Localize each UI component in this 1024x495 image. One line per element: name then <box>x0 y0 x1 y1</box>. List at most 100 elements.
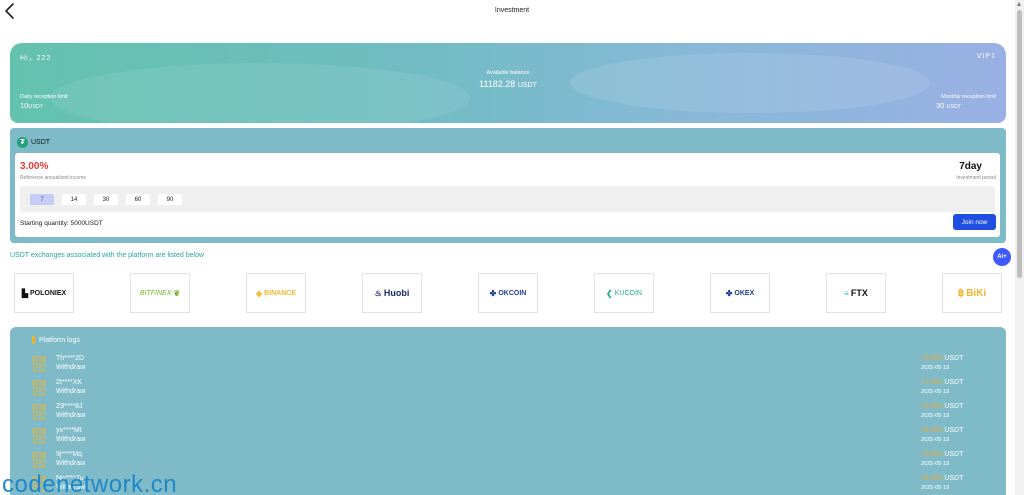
log-row: yx****Mt Withdraw 18,000 USDT 2025-05-19 <box>10 426 1006 450</box>
exchange-poloniex[interactable]: ▙ POLONIEX <box>14 273 74 313</box>
log-amount-value: 16,000 <box>921 475 943 482</box>
log-amount-unit: USDT <box>944 379 964 386</box>
exchange-name: KUCOIN <box>614 289 642 297</box>
log-amount: 15,000 USDT <box>921 355 963 362</box>
exchange-name: POLONIEX <box>29 289 67 297</box>
monthly-limit-unit: USDT <box>946 104 962 110</box>
daily-limit-value: 10USDT <box>20 101 43 110</box>
product-currency-header: ₮ USDT <box>17 136 50 148</box>
log-user: 2t****XK <box>56 379 83 386</box>
exchange-name: Huobi <box>383 288 410 298</box>
exchange-bitfinex[interactable]: BITFINEX ❦ <box>130 273 190 313</box>
log-type: Withdraw <box>56 460 86 467</box>
log-amount-unit: USDT <box>944 451 964 458</box>
balance-card: Hi，222 VIP1 Available balance 11182.28 U… <box>10 43 1006 123</box>
investment-period-label: Investment period <box>956 175 996 181</box>
box-icon <box>32 452 46 468</box>
available-balance-amount: 11182.28 <box>479 79 516 89</box>
daily-limit-unit: USDT <box>28 104 44 110</box>
okex-logo-icon: ✤ <box>725 288 733 298</box>
log-type: Withdraw <box>56 436 86 443</box>
log-amount-unit: USDT <box>944 427 964 434</box>
exchange-name: OKEX <box>734 289 755 297</box>
log-amount: 12,000 USDT <box>921 403 963 410</box>
site-watermark: codenetwork.cn <box>2 471 178 495</box>
log-amount: 18,000 USDT <box>921 427 963 434</box>
exchange-kucoin[interactable]: ❮ KUCOIN <box>594 273 654 313</box>
bitfinex-leaf-icon: ❦ <box>173 288 181 298</box>
biki-logo-icon: ฿ <box>957 287 965 299</box>
exchange-binance[interactable]: ◈ BINANCE <box>246 273 306 313</box>
log-amount-unit: USDT <box>944 475 964 482</box>
join-now-button[interactable]: Join now <box>953 214 996 230</box>
period-option-7[interactable]: 7 <box>30 194 54 205</box>
log-amount-unit: USDT <box>944 403 964 410</box>
log-date: 2025-05-19 <box>921 437 950 443</box>
exchange-name: OKCOIN <box>498 289 527 297</box>
annualized-rate: 3.00% <box>20 161 49 172</box>
monthly-limit-label: Monthly reception limit <box>941 94 996 100</box>
period-selector: 7 14 30 60 90 <box>20 186 995 212</box>
log-type: Withdraw <box>56 364 86 371</box>
exchange-ftx[interactable]: ≡ FTX <box>826 273 886 313</box>
log-amount: 17,000 USDT <box>921 379 963 386</box>
period-option-60[interactable]: 60 <box>126 194 150 205</box>
page-title: Investment <box>494 7 530 14</box>
log-date: 2025-05-19 <box>921 461 950 467</box>
available-balance-value: 11182.28 USDT <box>10 79 1006 89</box>
starting-quantity-value: 5000USDT <box>70 220 103 227</box>
log-amount-unit: USDT <box>944 355 964 362</box>
period-option-30[interactable]: 30 <box>94 194 118 205</box>
log-amount-value: 15,000 <box>921 451 943 458</box>
log-amount: 15,000 USDT <box>921 451 963 458</box>
scroll-up-arrow-icon[interactable] <box>1017 2 1021 6</box>
greeting-user: Hi，222 <box>20 55 52 62</box>
investment-product-card: ₮ USDT 3.00% Reference annualized income… <box>10 128 1006 243</box>
exchange-name: BINANCE <box>264 289 297 297</box>
starting-quantity: Starting quantity: 5000USDT <box>20 220 103 227</box>
exchange-name: BITFINEX <box>139 289 172 297</box>
platform-logs-header: Platform logs <box>32 336 80 344</box>
log-type: Withdraw <box>56 388 86 395</box>
log-type: Withdraw <box>56 412 86 419</box>
top-bar: Investment <box>0 0 1024 26</box>
log-amount-value: 18,000 <box>921 427 943 434</box>
scrollbar[interactable] <box>1015 0 1024 495</box>
tether-icon: ₮ <box>17 136 28 148</box>
box-icon <box>32 404 46 420</box>
scrollbar-thumb[interactable] <box>1017 10 1022 278</box>
log-amount-value: 17,000 <box>921 379 943 386</box>
log-row: Th****2D Withdraw 15,000 USDT 2025-05-19 <box>10 354 1006 378</box>
log-amount-value: 15,000 <box>921 355 943 362</box>
period-option-14[interactable]: 14 <box>62 194 86 205</box>
ftx-logo-icon: ≡ <box>844 288 849 298</box>
log-user: yx****Mt <box>56 427 82 434</box>
box-icon <box>32 428 46 444</box>
exchange-okex[interactable]: ✤ OKEX <box>710 273 770 313</box>
okcoin-logo-icon: ✤ <box>489 288 497 298</box>
platform-logs-card: Platform logs Th****2D Withdraw 15,000 U… <box>10 327 1006 495</box>
daily-limit-label: Daily reception limit <box>20 94 68 100</box>
log-date: 2025-05-19 <box>921 365 950 371</box>
box-icon <box>32 356 46 372</box>
available-balance-label: Available balance <box>486 70 530 76</box>
log-row: 2t****XK Withdraw 17,000 USDT 2025-05-19 <box>10 378 1006 402</box>
section-marker-icon <box>32 336 35 344</box>
log-amount-value: 12,000 <box>921 403 943 410</box>
monthly-limit-amount: 30 <box>936 101 945 110</box>
box-icon <box>32 380 46 396</box>
poloniex-logo-icon: ▙ <box>21 288 28 298</box>
log-user: Z9****8J <box>56 403 83 410</box>
ai-assistant-button[interactable]: Ai+ <box>993 248 1011 266</box>
huobi-flame-icon: ♨ <box>374 288 382 298</box>
log-amount: 16,000 USDT <box>921 475 963 482</box>
exchange-huobi[interactable]: ♨ Huobi <box>362 273 422 313</box>
log-user: Th****2D <box>56 355 85 362</box>
exchange-biki[interactable]: ฿ BiKi <box>942 273 1002 313</box>
exchanges-section-title: USDT exchanges associated with the platf… <box>10 252 205 259</box>
exchange-okcoin[interactable]: ✤ OKCOIN <box>478 273 538 313</box>
binance-logo-icon: ◈ <box>255 288 263 298</box>
log-date: 2025-05-19 <box>921 485 950 491</box>
log-date: 2025-05-19 <box>921 389 950 395</box>
period-option-90[interactable]: 90 <box>158 194 182 205</box>
